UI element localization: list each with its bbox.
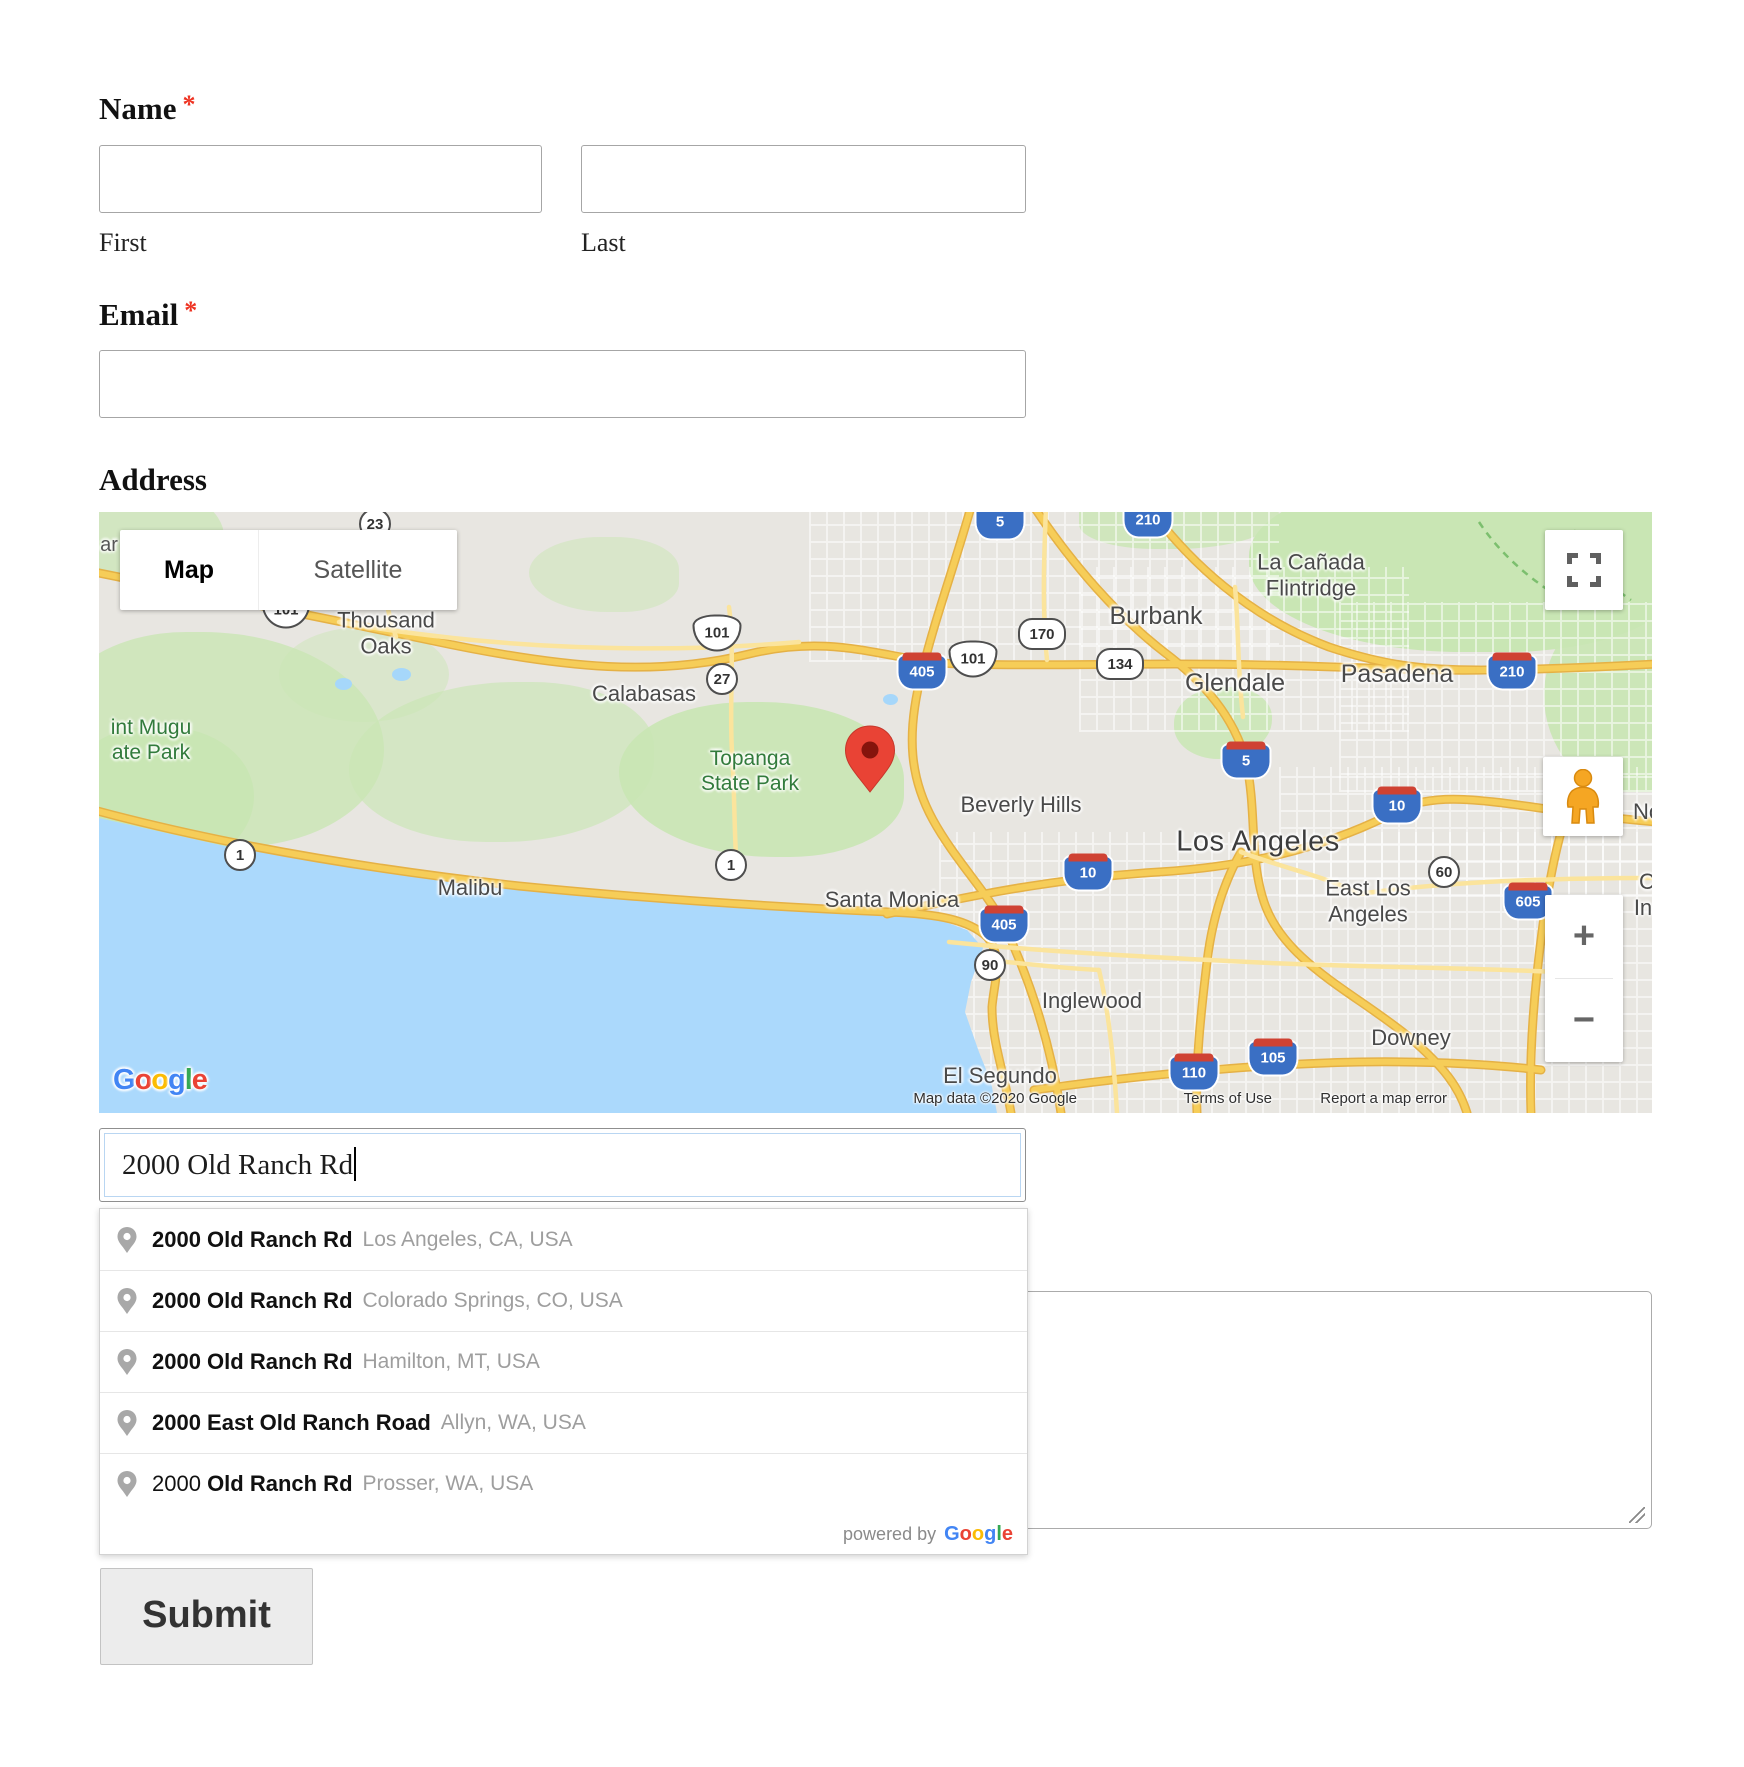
email-field-label: Email* — [99, 296, 197, 333]
map-label: ThousandOaks — [337, 608, 435, 661]
map-label: Santa Monica — [825, 887, 960, 913]
place-pin-icon — [116, 1470, 138, 1498]
email-label-text: Email — [99, 297, 178, 332]
fullscreen-button[interactable] — [1545, 530, 1623, 610]
map-label: C — [1639, 869, 1652, 895]
powered-by-text: powered by — [843, 1524, 936, 1545]
map-label: Downey — [1371, 1025, 1450, 1051]
google-logo-letter: o — [972, 1523, 984, 1545]
map-type-control: MapSatellite — [120, 530, 457, 610]
map-label: Malibu — [438, 875, 503, 901]
map-label: La CañadaFlintridge — [1257, 550, 1365, 603]
route-shield-60: 60 — [1428, 856, 1460, 888]
route-shield-101: 101 — [693, 615, 742, 652]
route-shield-10: 10 — [1374, 790, 1421, 823]
textarea-resize-handle[interactable] — [1629, 1507, 1645, 1523]
route-shield-1: 1 — [224, 839, 256, 871]
last-sublabel: Last — [581, 228, 626, 258]
zoom-control: + − — [1545, 895, 1623, 1062]
google-logo-letter: l — [185, 1064, 192, 1096]
map-label: East LosAngeles — [1325, 876, 1411, 929]
place-pin-icon — [116, 1226, 138, 1254]
map-label: Beverly Hills — [960, 792, 1081, 818]
map-label: ar — [100, 533, 118, 557]
route-shield-134: 134 — [1096, 648, 1144, 680]
submit-button[interactable]: Submit — [100, 1568, 313, 1665]
autocomplete-suggestion[interactable]: 2000 Old Ranch Rd Prosser, WA, USA — [100, 1453, 1027, 1514]
place-pin-icon — [116, 1409, 138, 1437]
route-shield-101: 101 — [949, 641, 998, 678]
google-logo-letter: G — [113, 1064, 135, 1096]
last-name-input[interactable] — [581, 145, 1026, 213]
google-map-canvas[interactable]: ar ThousandOaks Calabasas int Muguate Park T… — [99, 512, 1652, 1113]
map-data-attribution: Map data ©2020 Google — [913, 1090, 1077, 1107]
route-shield-210: 210 — [1489, 656, 1536, 689]
map-label: El Segundo — [943, 1063, 1057, 1089]
route-shield-405: 405 — [899, 656, 946, 689]
autocomplete-suggestion[interactable]: 2000 Old Ranch Rd Los Angeles, CA, USA — [100, 1209, 1027, 1270]
map-label: Burbank — [1109, 601, 1202, 631]
route-shield-110: 110 — [1171, 1057, 1218, 1090]
name-required-asterisk: * — [182, 90, 195, 119]
address-field-label: Address — [99, 462, 207, 498]
google-logo-letter: o — [151, 1064, 168, 1096]
email-input[interactable] — [99, 350, 1026, 418]
map-label: int Muguate Park — [111, 715, 192, 765]
map-type-satellite-button[interactable]: Satellite — [258, 530, 457, 610]
zoom-out-button[interactable]: − — [1545, 979, 1623, 1062]
route-shield-210: 210 — [1125, 512, 1172, 537]
route-shield-5: 5 — [1223, 745, 1270, 778]
route-shield-1: 1 — [715, 849, 747, 881]
text-cursor — [354, 1147, 356, 1181]
place-pin-icon — [116, 1287, 138, 1315]
map-label: In — [1634, 895, 1652, 921]
autocomplete-suggestion[interactable]: 2000 East Old Ranch Road Allyn, WA, USA — [100, 1392, 1027, 1453]
terms-of-use-link[interactable]: Terms of Use — [1184, 1090, 1272, 1107]
map-label: Pasadena — [1341, 659, 1454, 689]
map-type-map-button[interactable]: Map — [120, 530, 258, 610]
address-input[interactable]: 2000 Old Ranch Rd — [99, 1128, 1026, 1202]
zoom-in-button[interactable]: + — [1545, 895, 1623, 978]
google-logo-letter: g — [168, 1064, 185, 1096]
address-input-value: 2000 Old Ranch Rd — [100, 1129, 1025, 1201]
route-shield-90: 90 — [974, 949, 1006, 981]
route-shield-405: 405 — [981, 909, 1028, 942]
first-name-input[interactable] — [99, 145, 542, 213]
fullscreen-icon — [1567, 553, 1601, 587]
google-logo-letter: e — [1002, 1523, 1013, 1545]
google-brand-logo: Google — [944, 1523, 1013, 1546]
route-shield-27: 27 — [706, 663, 738, 695]
google-logo-letter: g — [984, 1523, 996, 1545]
google-logo-letter: o — [960, 1523, 972, 1545]
map-label: Calabasas — [592, 681, 696, 707]
google-logo-letter: e — [192, 1064, 207, 1096]
map-label: Los Angeles — [1176, 825, 1340, 860]
google-logo-letter: o — [135, 1064, 152, 1096]
route-shield-105: 105 — [1250, 1042, 1297, 1075]
email-required-asterisk: * — [184, 296, 197, 325]
pegman-control[interactable] — [1543, 757, 1623, 836]
google-logo-letter: G — [944, 1523, 960, 1545]
route-shield-5: 5 — [977, 512, 1024, 539]
autocomplete-suggestion[interactable]: 2000 Old Ranch Rd Colorado Springs, CO, … — [100, 1270, 1027, 1331]
route-shield-170: 170 — [1018, 618, 1066, 650]
report-map-error-link[interactable]: Report a map error — [1320, 1090, 1447, 1107]
powered-by-google: powered by Google — [100, 1514, 1027, 1554]
route-shield-10: 10 — [1065, 857, 1112, 890]
pegman-icon — [1564, 769, 1602, 825]
map-label: TopangaState Park — [701, 746, 799, 796]
google-logo[interactable]: Google — [113, 1064, 207, 1097]
autocomplete-suggestion[interactable]: 2000 Old Ranch Rd Hamilton, MT, USA — [100, 1331, 1027, 1392]
place-pin-icon — [116, 1348, 138, 1376]
map-label: No — [1633, 799, 1652, 825]
name-label-text: Name — [99, 91, 176, 126]
first-sublabel: First — [99, 228, 147, 258]
map-marker-pin — [844, 725, 896, 793]
address-autocomplete-dropdown: 2000 Old Ranch Rd Los Angeles, CA, USA 2… — [99, 1208, 1028, 1555]
name-field-label: Name* — [99, 90, 195, 127]
map-label: Inglewood — [1042, 988, 1142, 1014]
map-label: Glendale — [1185, 668, 1285, 698]
